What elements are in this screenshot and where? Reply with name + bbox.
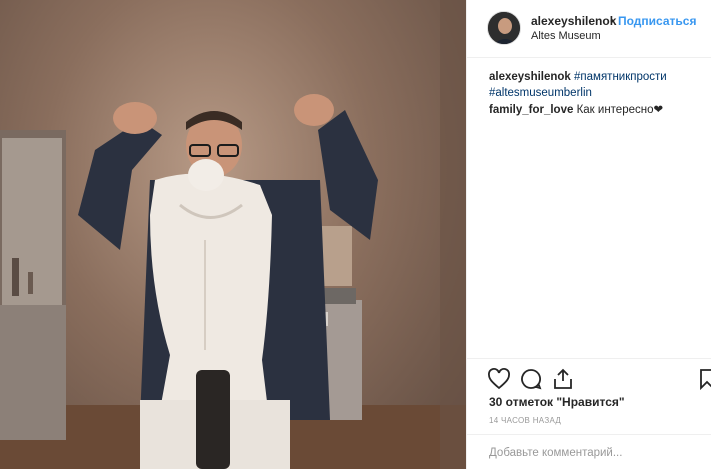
- hashtag-link[interactable]: #памятникпрости: [574, 71, 667, 83]
- comment-username[interactable]: family_for_love: [489, 104, 573, 116]
- post-header: alexeyshilenok • Подписаться Altes Museu…: [467, 0, 711, 58]
- post-sidebar: alexeyshilenok • Подписаться Altes Museu…: [466, 0, 711, 469]
- follow-button[interactable]: Подписаться: [618, 14, 696, 28]
- bookmark-icon[interactable]: [695, 367, 711, 391]
- separator-dot: •: [610, 14, 615, 28]
- hashtag-link[interactable]: #altesmuseumberlin: [489, 87, 592, 99]
- comment-text: Как интересно❤: [576, 104, 664, 116]
- avatar[interactable]: [487, 11, 521, 45]
- likes-count[interactable]: 30 отметок "Нравится": [489, 395, 625, 409]
- post-username[interactable]: alexeyshilenok: [531, 14, 616, 28]
- comment-icon[interactable]: [519, 367, 543, 391]
- action-bar: [467, 358, 711, 398]
- share-icon[interactable]: [551, 367, 575, 391]
- post-location[interactable]: Altes Museum: [531, 30, 601, 42]
- heart-icon[interactable]: [487, 367, 511, 391]
- post-photo[interactable]: [0, 0, 466, 469]
- caption-username[interactable]: alexeyshilenok: [489, 71, 571, 83]
- photo-illustration: [0, 0, 466, 469]
- post-timestamp[interactable]: 14 ЧАСОВ НАЗАД: [489, 416, 561, 425]
- comment-item: family_for_love Как интересно❤: [489, 102, 663, 118]
- comment-input[interactable]: [489, 444, 694, 462]
- post-caption: alexeyshilenok #памятникпрости #altesmus…: [489, 69, 704, 101]
- add-comment-bar: [467, 434, 711, 469]
